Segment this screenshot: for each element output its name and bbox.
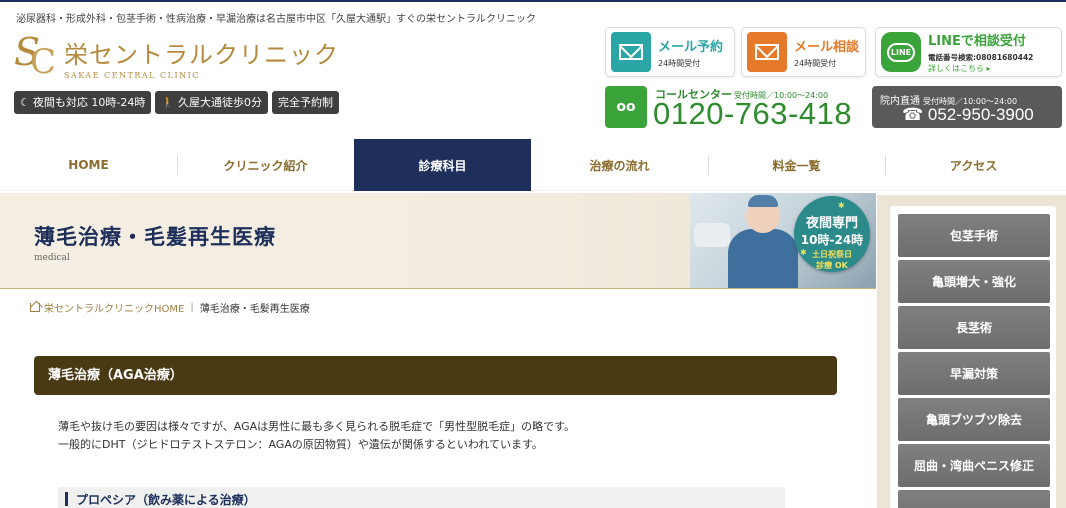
nav-item-home[interactable]: HOME	[0, 139, 177, 191]
page-subtitle: medical	[34, 253, 70, 263]
clinic-logo[interactable]: S C 栄セントラルクリニック SAKAE CENTRAL CLINIC	[14, 30, 339, 82]
night-badge-line1: 夜間専門	[805, 216, 858, 231]
mail-consult-button[interactable]: メール相談 24時間受付	[741, 27, 866, 77]
sidebar-item-bump-removal[interactable]: 亀頭ブツブツ除去	[898, 398, 1050, 441]
home-icon	[30, 302, 40, 312]
sub-heading-bar	[65, 492, 68, 506]
section-heading: 薄毛治療（AGA治療）	[34, 356, 837, 395]
direct-number[interactable]: ☎ 052-950-3900	[902, 105, 1034, 125]
logo-mark-icon: S C	[14, 30, 57, 82]
callcenter-phone[interactable]: oo コールセンター 受付時間／10:00～24:00 0120-763-418	[605, 86, 861, 131]
line-icon-text: LINE	[886, 42, 916, 62]
intro-line: 薄毛や抜け毛の要因は様々ですが、AGAは男性に最も多く見られる脱毛症で「男性型脱…	[58, 420, 576, 433]
breadcrumb-separator: |	[190, 301, 194, 313]
hero-divider	[0, 288, 876, 289]
sub-heading-title: プロペシア（飲み薬による治療）	[76, 493, 256, 507]
nav-item-clinic[interactable]: クリニック紹介	[177, 139, 354, 191]
star-icon: ✱	[800, 248, 807, 257]
walking-icon: 🚶	[161, 96, 176, 109]
sidebar-item-phimosis[interactable]: 包茎手術	[898, 214, 1050, 257]
breadcrumb-home-label[interactable]: 栄セントラルクリニックHOME	[44, 300, 184, 315]
intro-line: 一般的にDHT（ジヒドロテストステロン：AGAの原因物質）や遺伝が関係するといわ…	[58, 438, 543, 451]
nav-item-flow[interactable]: 治療の流れ	[531, 139, 708, 191]
line-sub: 電話番号検索:08081680442	[928, 53, 1034, 62]
mail-consult-sub: 24時間受付	[794, 58, 837, 68]
mail-consult-title: メール相談	[794, 39, 860, 55]
page-hero: 薄毛治療・毛髪再生医療 medical	[0, 193, 876, 289]
mail-reserve-title: メール予約	[658, 39, 724, 55]
logo-subtitle: SAKAE CENTRAL CLINIC	[64, 70, 200, 80]
badge-access: 🚶 久屋大通徒歩0分	[155, 91, 269, 114]
line-title: LINEで相談受付	[928, 34, 1026, 49]
nav-item-prices[interactable]: 料金一覧	[708, 139, 885, 191]
sidebar-item-premature-ejaculation[interactable]: 早漏対策	[898, 352, 1050, 395]
nav-item-access[interactable]: アクセス	[885, 139, 1062, 191]
sidebar: 包茎手術 亀頭増大・強化 長茎術 早漏対策 亀頭ブツブツ除去 屈曲・湾曲ペニス修…	[877, 195, 1066, 508]
sidebar-item-curvature-correction[interactable]: 屈曲・湾曲ペニス修正	[898, 444, 1050, 487]
mail-reserve-sub: 24時間受付	[658, 58, 701, 68]
badge-reservation: 完全予約制	[272, 91, 340, 114]
logo-mark-c: C	[30, 42, 57, 82]
header-tagline: 泌尿器科・形成外科・包茎手術・性病治療・早漏治療は名古屋市中区「久屋大通駅」すぐ…	[16, 14, 536, 25]
badge-access-label: 久屋大通徒歩0分	[178, 96, 263, 109]
line-details-link[interactable]: 詳しくはこちら ▸	[928, 63, 1033, 74]
mail-icon	[611, 32, 651, 72]
badge-night: ☾ 夜間も対応 10時-24時	[14, 91, 152, 114]
mail-icon	[747, 32, 787, 72]
callcenter-number[interactable]: 0120-763-418	[653, 96, 852, 132]
breadcrumb-current: 薄毛治療・毛髪再生医療	[199, 303, 310, 315]
logo-name: 栄セントラルクリニック	[64, 40, 339, 69]
moon-icon: ☾	[20, 96, 30, 109]
night-badge-line4: 診療 OK	[816, 261, 848, 270]
mail-reserve-button[interactable]: メール予約 24時間受付	[605, 27, 735, 77]
sub-heading: プロペシア（飲み薬による治療）	[58, 487, 785, 508]
breadcrumb-home[interactable]: 栄セントラルクリニックHOME	[30, 300, 184, 315]
badge-reservation-label: 完全予約制	[278, 96, 334, 109]
badge-night-label: 夜間も対応 10時-24時	[32, 96, 146, 109]
line-icon: LINE	[881, 32, 921, 72]
sidebar-item-penis-lengthening[interactable]: 長茎術	[898, 306, 1050, 349]
free-dial-icon: oo	[605, 86, 647, 128]
top-accent-line	[0, 0, 1066, 2]
direct-phone[interactable]: 院内直通 受付時間／10:00～24:00 ☎ 052-950-3900	[872, 86, 1062, 128]
page-title: 薄毛治療・毛髪再生医療	[34, 225, 276, 249]
header-badges: ☾ 夜間も対応 10時-24時 🚶 久屋大通徒歩0分 完全予約制	[14, 91, 340, 114]
line-consult-button[interactable]: LINE LINEで相談受付 電話番号検索:08081680442 詳しくはこち…	[875, 27, 1062, 77]
sidebar-item-glans-enlargement[interactable]: 亀頭増大・強化	[898, 260, 1050, 303]
breadcrumb: 栄セントラルクリニックHOME | 薄毛治療・毛髪再生医療	[30, 296, 316, 318]
sidebar-item-more[interactable]	[898, 490, 1050, 508]
intro-paragraph: 薄毛や抜け毛の要因は様々ですが、AGAは男性に最も多く見られる脱毛症で「男性型脱…	[58, 418, 575, 454]
global-nav: HOME クリニック紹介 診療科目 治療の流れ 料金一覧 アクセス	[0, 139, 1066, 191]
sidebar-menu: 包茎手術 亀頭増大・強化 長茎術 早漏対策 亀頭ブツブツ除去 屈曲・湾曲ペニス修…	[890, 206, 1056, 508]
nav-item-medical[interactable]: 診療科目	[354, 139, 531, 191]
star-icon: ✱	[838, 201, 845, 210]
free-dial-icon-text: oo	[616, 99, 636, 115]
night-badge-line2: 10時-24時	[800, 233, 864, 247]
night-hours-badge: ✱ ✱ 夜間専門 10時-24時 土日祝祭日 診療 OK	[794, 196, 870, 272]
